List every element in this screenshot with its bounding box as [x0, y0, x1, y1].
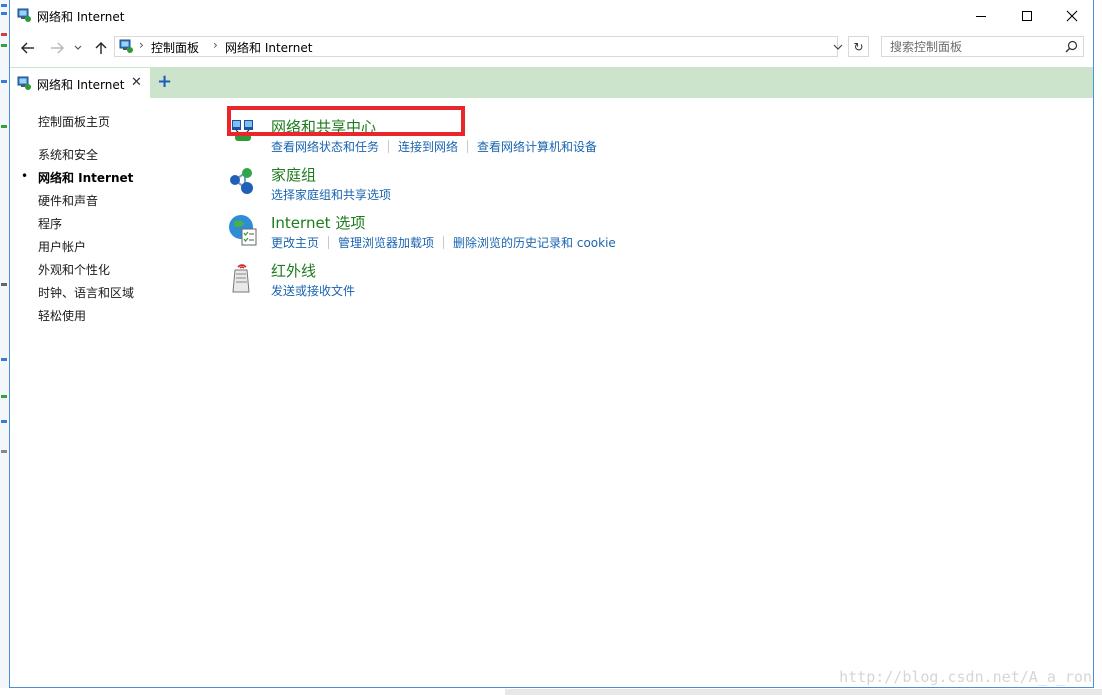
watermark-text: http://blog.csdn.net/A_a_ron — [839, 668, 1092, 686]
search-input[interactable] — [882, 37, 1060, 56]
breadcrumb-network-internet[interactable]: 网络和 Internet — [225, 39, 312, 56]
link-divider — [328, 236, 330, 249]
close-window-button[interactable] — [1049, 0, 1095, 31]
infrared-tasks: 发送或接收文件 — [271, 282, 355, 299]
sidebar-item-programs[interactable]: 程序 — [38, 215, 62, 232]
maximize-icon — [1022, 10, 1032, 21]
back-button[interactable] — [18, 38, 38, 58]
link-divider — [388, 140, 390, 153]
send-receive-files-link[interactable]: 发送或接收文件 — [271, 284, 355, 298]
internet-options-link[interactable]: Internet 选项 — [271, 212, 365, 233]
breadcrumb-separator-icon: › — [139, 38, 144, 52]
back-arrow-icon — [21, 42, 34, 54]
change-home-page-link[interactable]: 更改主页 — [271, 236, 319, 250]
location-icon — [119, 39, 133, 56]
delete-browsing-history-link[interactable]: 删除浏览的历史记录和 cookie — [453, 236, 616, 250]
sidebar-item-ease-of-access[interactable]: 轻松使用 — [38, 307, 86, 324]
new-tab-button[interactable]: + — [157, 73, 172, 91]
active-bullet-icon: • — [21, 169, 29, 183]
sidebar-item-control-panel-home[interactable]: 控制面板主页 — [38, 113, 110, 130]
refresh-button[interactable]: ↻ — [848, 36, 869, 57]
tab-label: 网络和 Internet — [37, 78, 125, 92]
homegroup-tasks: 选择家庭组和共享选项 — [271, 186, 391, 203]
internet-options-tasks: 更改主页 管理浏览器加载项 删除浏览的历史记录和 cookie — [271, 234, 616, 251]
homegroup-sharing-options-link[interactable]: 选择家庭组和共享选项 — [271, 188, 391, 202]
search-icon[interactable] — [1065, 40, 1078, 56]
breadcrumb-control-panel[interactable]: 控制面板 — [151, 39, 199, 56]
up-button[interactable] — [91, 38, 111, 58]
infrared-icon[interactable] — [226, 260, 260, 294]
up-arrow-icon — [95, 42, 107, 54]
tab-close-icon[interactable]: ✕ — [131, 75, 142, 90]
network-sharing-center-tasks: 查看网络状态和任务 连接到网络 查看网络计算机和设备 — [271, 138, 597, 155]
network-internet-tab-icon — [17, 76, 31, 93]
forward-arrow-icon — [51, 42, 64, 54]
view-network-status-link[interactable]: 查看网络状态和任务 — [271, 140, 379, 154]
title-bar: 网络和 Internet — [10, 0, 1093, 32]
navigation-bar: › 控制面板 › 网络和 Internet ↻ — [10, 32, 1093, 64]
tab-bar: 网络和 Internet ✕ + — [10, 67, 1093, 98]
chevron-down-icon — [833, 44, 843, 50]
minimize-icon — [976, 15, 986, 17]
minimize-button[interactable] — [958, 0, 1004, 31]
view-network-computers-link[interactable]: 查看网络计算机和设备 — [477, 140, 597, 154]
background-window-strip — [505, 689, 1102, 695]
search-box — [881, 36, 1084, 57]
close-icon — [1066, 10, 1078, 21]
link-divider — [443, 236, 445, 249]
refresh-icon: ↻ — [853, 39, 864, 54]
homegroup-icon[interactable] — [226, 164, 260, 198]
sidebar-item-network-internet[interactable]: 网络和 Internet — [38, 169, 133, 186]
window-title: 网络和 Internet — [37, 10, 125, 24]
manage-browser-addons-link[interactable]: 管理浏览器加载项 — [338, 236, 434, 250]
sidebar-item-appearance[interactable]: 外观和个性化 — [38, 261, 110, 278]
address-box[interactable]: › 控制面板 › 网络和 Internet — [114, 36, 838, 57]
homegroup-link[interactable]: 家庭组 — [271, 164, 316, 185]
internet-options-icon[interactable] — [226, 212, 260, 246]
network-sharing-center-link[interactable]: 网络和共享中心 — [271, 116, 376, 137]
sidebar-item-clock-language-region[interactable]: 时钟、语言和区域 — [38, 284, 134, 301]
link-divider — [467, 140, 469, 153]
chevron-down-icon — [74, 45, 82, 50]
maximize-button[interactable] — [1004, 0, 1050, 31]
breadcrumb-separator-icon: › — [213, 38, 218, 52]
control-panel-window: 网络和 Internet › 控制面板 › 网络和 Internet ↻ 搜索控… — [9, 0, 1094, 688]
tab-network-internet[interactable]: 网络和 Internet ✕ — [10, 68, 150, 98]
infrared-link[interactable]: 红外线 — [271, 260, 316, 281]
desktop-edge — [1094, 0, 1102, 695]
forward-button[interactable] — [47, 38, 67, 58]
sidebar-item-system-security[interactable]: 系统和安全 — [38, 146, 98, 163]
network-internet-app-icon — [17, 8, 31, 25]
address-dropdown-button[interactable] — [833, 40, 843, 54]
recent-locations-button[interactable] — [71, 38, 85, 58]
network-sharing-center-icon[interactable] — [226, 116, 260, 150]
sidebar-item-user-accounts[interactable]: 用户帐户 — [38, 238, 86, 255]
connect-to-network-link[interactable]: 连接到网络 — [398, 140, 458, 154]
sidebar-item-hardware-sound[interactable]: 硬件和声音 — [38, 192, 98, 209]
